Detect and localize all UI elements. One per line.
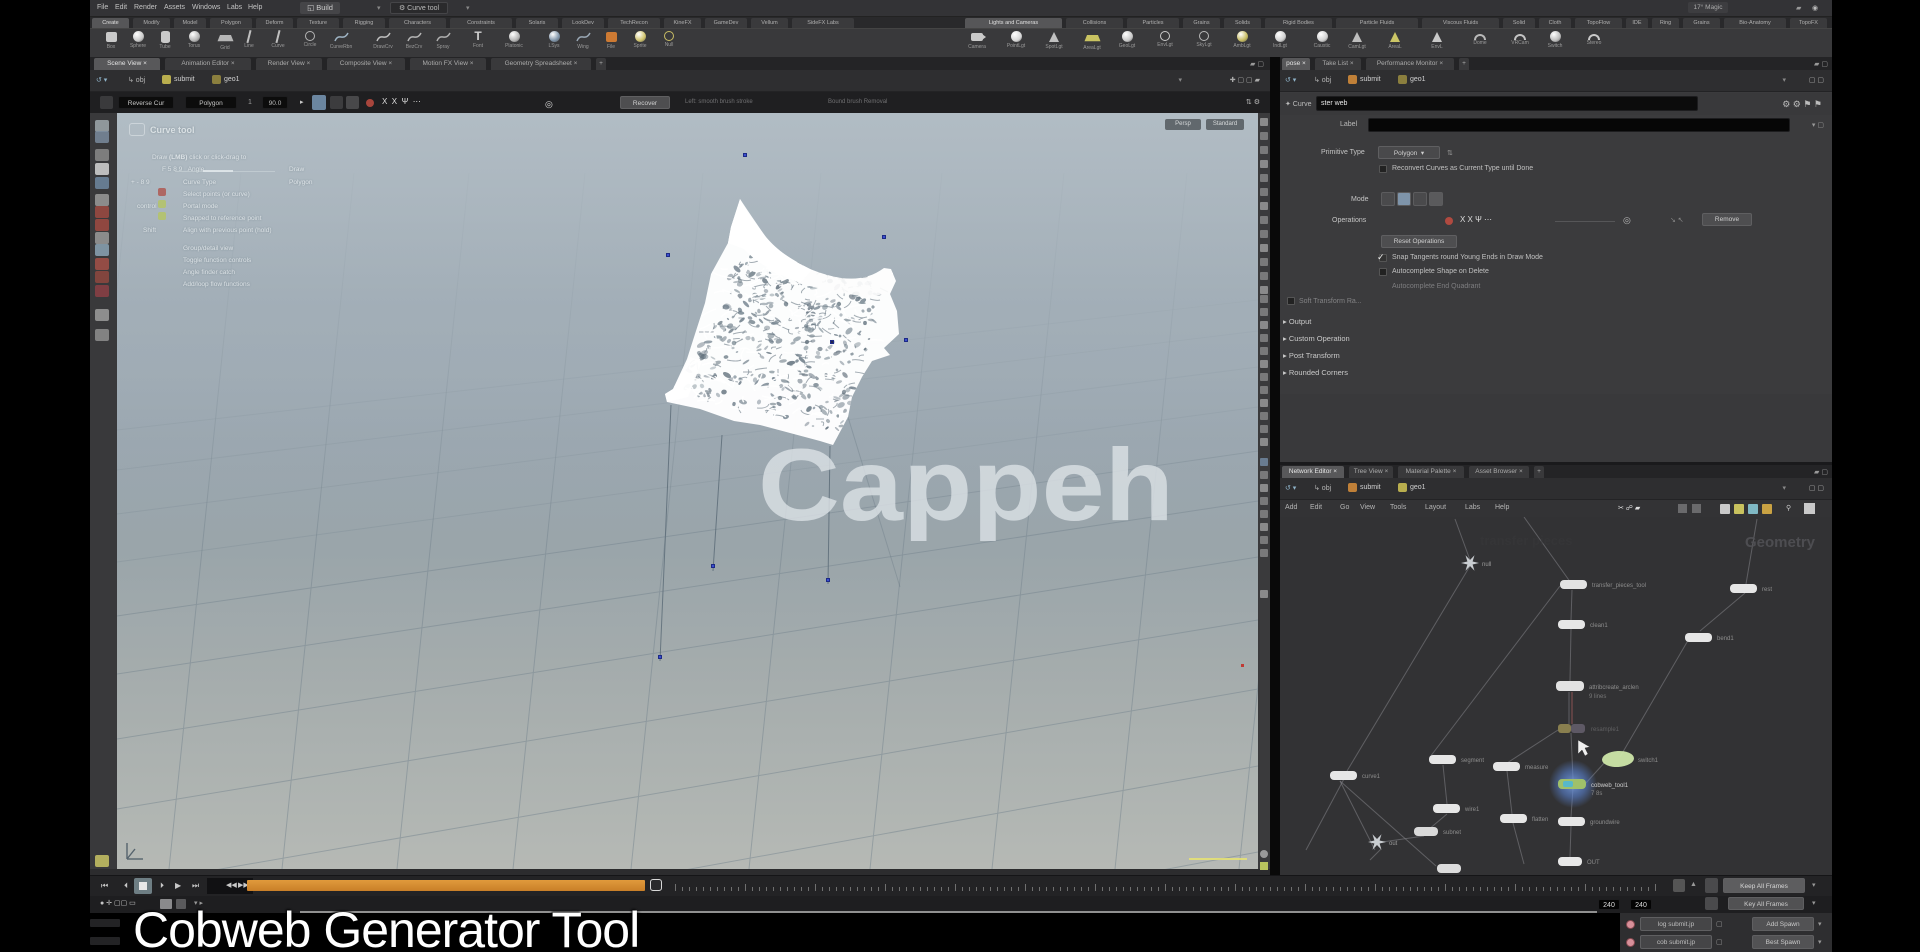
svg-text:curve1: curve1 — [1362, 774, 1381, 780]
svg-text:wire1: wire1 — [1464, 807, 1480, 813]
svg-text:out: out — [1389, 841, 1398, 847]
svg-text:flatten: flatten — [1532, 817, 1548, 823]
svg-text:measure: measure — [1525, 765, 1549, 771]
svg-text:7 8s: 7 8s — [1591, 791, 1602, 797]
svg-text:transfer_pieces_tool: transfer_pieces_tool — [1592, 583, 1646, 589]
svg-text:switch1: switch1 — [1638, 758, 1659, 764]
svg-text:groundwire: groundwire — [1590, 820, 1620, 826]
svg-text:Geometry: Geometry — [1745, 534, 1816, 551]
svg-text:transfer pieces: transfer pieces — [1480, 533, 1573, 548]
svg-text:segment: segment — [1461, 758, 1484, 764]
svg-text:clean1: clean1 — [1590, 623, 1608, 629]
svg-text:subnet: subnet — [1443, 830, 1461, 836]
svg-text:rest: rest — [1762, 587, 1772, 593]
svg-text:9 lines: 9 lines — [1589, 694, 1606, 700]
svg-text:attribcreate_arclen: attribcreate_arclen — [1589, 685, 1639, 691]
svg-text:cobweb_tool1: cobweb_tool1 — [1591, 783, 1629, 789]
svg-text:OUT: OUT — [1587, 860, 1600, 866]
svg-text:bend1: bend1 — [1717, 636, 1734, 642]
svg-text:resample1: resample1 — [1591, 727, 1620, 733]
svg-text:null: null — [1482, 562, 1491, 568]
